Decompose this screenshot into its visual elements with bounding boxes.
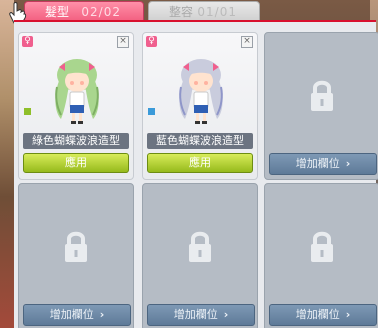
lock-icon [65,231,87,262]
background-scenery [0,0,14,328]
close-icon[interactable]: × [241,36,253,48]
add-slot-button[interactable]: 增加欄位 › [147,304,255,326]
chevron-right-icon: › [345,308,351,321]
lock-icon [189,231,211,262]
slot-card-1[interactable]: ♀ × 綠色蝴蝶波浪造型 應用 [18,32,134,180]
close-icon[interactable]: × [117,36,129,48]
chevron-right-icon: › [223,308,229,321]
chevron-right-icon: › [345,157,351,170]
slot-card-2[interactable]: ♀ × 藍色蝴蝶波浪造型 應用 [142,32,258,180]
tab-face-label: 整容 [169,5,194,19]
style-name: 綠色蝴蝶波浪造型 [23,133,129,149]
add-slot-label: 增加欄位 [295,308,340,321]
style-name: 藍色蝴蝶波浪造型 [147,133,253,149]
avatar-2 [179,59,223,124]
apply-button[interactable]: 應用 [23,153,129,173]
slot-card-5: 增加欄位 › [142,183,258,328]
tab-face-count: 01/01 [197,5,237,19]
lock-icon [311,80,333,111]
slot-card-3: 增加欄位 › [264,32,378,180]
tab-bar: 髮型 02/02 整容 01/01 [14,0,374,23]
color-swatch [148,108,155,115]
slot-card-6: 增加欄位 › [264,183,378,328]
hair-salon-window: 髮型 02/02 整容 01/01 ♀ × 綠色蝴蝶波浪造型 應用 ♀ × 藍色… [0,0,378,328]
slots-panel: ♀ × 綠色蝴蝶波浪造型 應用 ♀ × 藍色蝴蝶波浪造型 應用 增加欄位 › 增… [14,20,378,328]
add-slot-button[interactable]: 增加欄位 › [269,153,377,175]
slot-card-4: 增加欄位 › [18,183,134,328]
color-swatch [24,108,31,115]
add-slot-label: 增加欄位 [49,308,94,321]
female-icon: ♀ [146,36,157,47]
apply-button[interactable]: 應用 [147,153,253,173]
tab-hair-count: 02/02 [81,5,121,19]
add-slot-label: 增加欄位 [173,308,218,321]
add-slot-button[interactable]: 增加欄位 › [23,304,131,326]
chevron-right-icon: › [99,308,105,321]
lock-icon [311,231,333,262]
tab-hair-label: 髮型 [45,5,70,19]
add-slot-button[interactable]: 增加欄位 › [269,304,377,326]
add-slot-label: 增加欄位 [295,157,340,170]
avatar-1 [55,59,99,124]
female-icon: ♀ [22,36,33,47]
